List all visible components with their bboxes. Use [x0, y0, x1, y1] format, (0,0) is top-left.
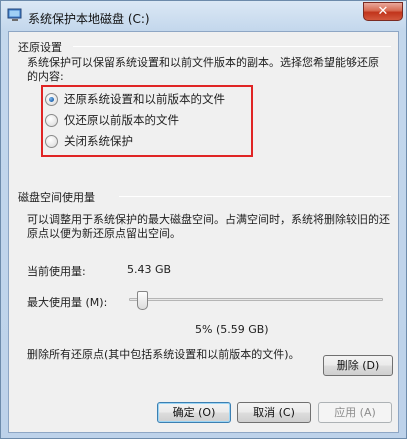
computer-icon	[7, 8, 22, 21]
current-usage-value: 5.43 GB	[127, 263, 172, 276]
radio-restore-files-only[interactable]: 仅还原以前版本的文件	[45, 112, 179, 128]
system-protection-dialog: 系统保护本地磁盘 (C:) ✕ 还原设置 系统保护可以保留系统设置和以前文件版本…	[0, 0, 407, 439]
restore-settings-heading: 还原设置	[18, 41, 62, 54]
cancel-button[interactable]: 取消 (C)	[237, 402, 311, 423]
radio-button[interactable]	[45, 113, 58, 127]
radio-restore-system-and-files[interactable]: 还原系统设置和以前版本的文件	[45, 91, 225, 107]
restore-settings-description: 系统保护可以保留系统设置和以前文件版本的副本。选择您希望能够还原的内容:	[27, 56, 379, 83]
section-divider	[73, 46, 391, 47]
delete-button[interactable]: 删除 (D)	[323, 355, 393, 376]
disk-usage-heading: 磁盘空间使用量	[18, 191, 95, 204]
radio-label: 还原系统设置和以前版本的文件	[64, 92, 225, 106]
radio-label: 仅还原以前版本的文件	[64, 113, 179, 127]
max-usage-slider-thumb[interactable]	[137, 291, 148, 310]
current-usage-label: 当前使用量:	[27, 265, 86, 278]
max-usage-label: 最大使用量 (M):	[27, 296, 108, 309]
radio-turn-off-protection[interactable]: 关闭系统保护	[45, 133, 133, 149]
apply-button[interactable]: 应用 (A)	[318, 402, 392, 423]
title-bar[interactable]: 系统保护本地磁盘 (C:) ✕	[1, 1, 406, 31]
ok-button[interactable]: 确定 (O)	[157, 402, 231, 423]
close-button[interactable]: ✕	[363, 2, 403, 21]
radio-button-checked[interactable]	[45, 92, 58, 106]
delete-description: 删除所有还原点(其中包括系统设置和以前版本的文件)。	[27, 348, 300, 361]
max-usage-value: 5% (5.59 GB)	[195, 323, 269, 336]
dialog-content: 还原设置 系统保护可以保留系统设置和以前文件版本的副本。选择您希望能够还原的内容…	[8, 31, 399, 433]
section-divider	[119, 196, 391, 197]
radio-button[interactable]	[45, 134, 58, 148]
max-usage-slider-track[interactable]	[129, 298, 383, 301]
disk-usage-description: 可以调整用于系统保护的最大磁盘空间。占满空间时，系统将删除较旧的还原点以便为新还…	[27, 213, 390, 240]
window-title: 系统保护本地磁盘 (C:)	[28, 12, 150, 26]
radio-label: 关闭系统保护	[64, 134, 133, 148]
